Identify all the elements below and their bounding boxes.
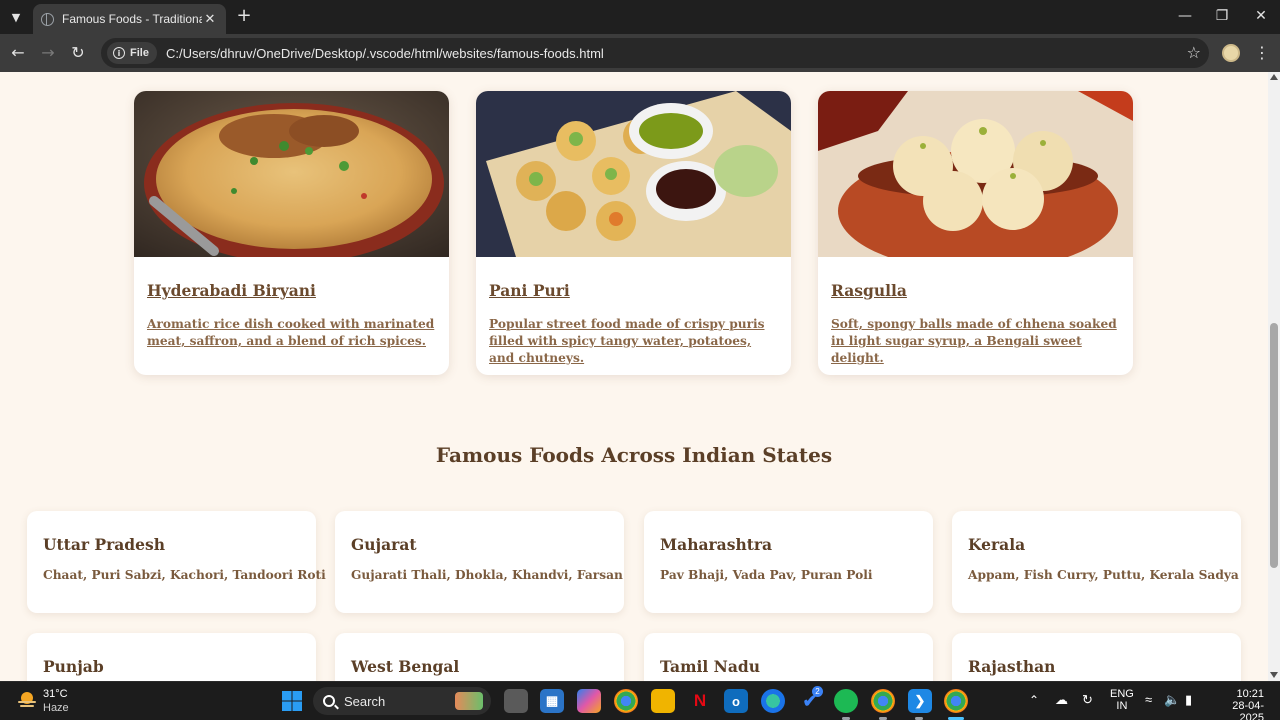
profile-avatar[interactable] <box>1222 44 1240 62</box>
biryani-photo <box>134 91 449 257</box>
more-menu-icon[interactable]: ⋮ <box>1254 42 1270 64</box>
state-name: Kerala <box>968 535 1026 554</box>
scrollbar-thumb[interactable] <box>1270 323 1278 568</box>
netflix-icon[interactable]: N <box>688 689 712 713</box>
browser-tab-bar: ▼ Famous Foods - Traditional Trai ✕ + — … <box>0 0 1280 34</box>
windows-start-icon[interactable] <box>280 689 304 713</box>
wifi-icon[interactable]: ≈ <box>1145 692 1152 707</box>
state-card-maharashtra: Maharashtra Pav Bhaji, Vada Pav, Puran P… <box>644 511 933 613</box>
scroll-up-arrow-icon[interactable] <box>1270 74 1278 80</box>
file-explorer-icon[interactable] <box>651 689 675 713</box>
battery-icon[interactable]: ▮ <box>1185 692 1192 708</box>
clock[interactable]: 10:21 28-04-2025 <box>1214 688 1264 720</box>
state-card-punjab: Punjab <box>27 633 316 681</box>
close-tab-icon[interactable]: ✕ <box>202 12 218 27</box>
dish-description[interactable]: Aromatic rice dish cooked with marinated… <box>147 316 437 350</box>
chrome-active-icon[interactable] <box>944 689 968 713</box>
region-code: IN <box>1116 700 1128 712</box>
dish-name[interactable]: Hyderabadi Biryani <box>147 281 316 300</box>
site-info-chip[interactable]: i File <box>107 42 157 64</box>
reload-icon[interactable]: ↻ <box>67 42 89 64</box>
browser-toolbar: ← → ↻ i File C:/Users/dhruv/OneDrive/Des… <box>0 34 1280 72</box>
pani-puri-photo <box>476 91 791 257</box>
dish-card-pani-puri[interactable]: Pani Puri Popular street food made of cr… <box>476 91 791 375</box>
outlook-icon[interactable]: o <box>724 689 748 713</box>
todo-badge: 2 <box>812 686 823 697</box>
sync-icon[interactable]: ↻ <box>1082 692 1093 708</box>
tab-title: Famous Foods - Traditional Trai <box>62 12 202 26</box>
language-code: ENG <box>1110 688 1134 700</box>
url-text[interactable]: C:/Users/dhruv/OneDrive/Desktop/.vscode/… <box>166 46 604 61</box>
dish-description[interactable]: Popular street food made of crispy puris… <box>489 316 779 367</box>
back-arrow-icon[interactable]: ← <box>7 42 29 64</box>
maximize-icon[interactable]: ❐ <box>1203 4 1241 28</box>
browser-tab[interactable]: Famous Foods - Traditional Trai ✕ <box>33 4 226 34</box>
state-name: Maharashtra <box>660 535 773 554</box>
info-icon: i <box>113 47 125 59</box>
taskbar-search-box[interactable]: Search <box>313 687 491 715</box>
clock-time: 10:21 <box>1236 688 1264 700</box>
state-foods: Chaat, Puri Sabzi, Kachori, Tandoori Rot… <box>43 568 326 582</box>
dish-card-hyderabadi-biryani[interactable]: Hyderabadi Biryani Aromatic rice dish co… <box>134 91 449 375</box>
state-name: Punjab <box>43 657 104 676</box>
state-card-west-bengal: West Bengal <box>335 633 624 681</box>
rasgulla-photo <box>818 91 1133 257</box>
onedrive-icon[interactable]: ☁ <box>1055 692 1068 708</box>
state-name: Gujarat <box>351 535 417 554</box>
task-view-icon[interactable] <box>504 689 528 713</box>
state-foods: Pav Bhaji, Vada Pav, Puran Poli <box>660 568 873 582</box>
new-tab-plus-icon[interactable]: + <box>234 6 254 26</box>
state-card-rajasthan: Rajasthan <box>952 633 1241 681</box>
windows-taskbar: 31°C Haze Search ▦ N o ✔ 2 ❯ ⌃ ☁ ↻ ENG I… <box>0 681 1280 720</box>
tab-search-chevron-icon[interactable]: ▼ <box>6 7 26 27</box>
microsoft-store-icon[interactable]: ▦ <box>540 689 564 713</box>
state-card-gujarat: Gujarat Gujarati Thali, Dhokla, Khandvi,… <box>335 511 624 613</box>
dish-description[interactable]: Soft, spongy balls made of chhena soaked… <box>831 316 1121 367</box>
page-viewport: Hyderabadi Biryani Aromatic rice dish co… <box>0 72 1268 681</box>
state-foods: Appam, Fish Curry, Puttu, Kerala Sadya <box>968 568 1239 582</box>
page-scrollbar[interactable] <box>1268 72 1280 681</box>
spotify-icon[interactable] <box>834 689 858 713</box>
window-close-icon[interactable]: ✕ <box>1242 4 1280 28</box>
scroll-down-arrow-icon[interactable] <box>1270 672 1278 678</box>
edge-icon[interactable] <box>761 689 785 713</box>
minimize-icon[interactable]: — <box>1166 4 1204 28</box>
state-foods: Gujarati Thali, Dhokla, Khandvi, Farsan <box>351 568 623 582</box>
chrome-profile-icon[interactable] <box>871 689 895 713</box>
search-icon <box>323 695 335 707</box>
weather-haze-icon[interactable] <box>16 689 38 711</box>
show-hidden-icons-chevron-icon[interactable]: ⌃ <box>1029 693 1039 707</box>
vscode-icon[interactable]: ❯ <box>908 689 932 713</box>
bookmark-star-icon[interactable]: ☆ <box>1187 43 1201 62</box>
chrome-icon[interactable] <box>614 689 638 713</box>
globe-icon <box>41 12 54 26</box>
state-name: West Bengal <box>351 657 460 676</box>
search-label: Search <box>344 693 386 709</box>
forward-arrow-icon[interactable]: → <box>37 42 59 64</box>
address-bar[interactable]: i File C:/Users/dhruv/OneDrive/Desktop/.… <box>101 38 1209 68</box>
weather-description[interactable]: Haze <box>43 702 69 714</box>
site-info-label: File <box>130 47 149 59</box>
state-card-uttar-pradesh: Uttar Pradesh Chaat, Puri Sabzi, Kachori… <box>27 511 326 613</box>
dish-card-rasgulla[interactable]: Rasgulla Soft, spongy balls made of chhe… <box>818 91 1133 375</box>
clock-date: 28-04-2025 <box>1232 700 1264 720</box>
section-title: Famous Foods Across Indian States <box>435 443 833 467</box>
copilot-icon[interactable] <box>577 689 601 713</box>
state-name: Rajasthan <box>968 657 1056 676</box>
state-name: Tamil Nadu <box>660 657 760 676</box>
state-card-tamil-nadu: Tamil Nadu <box>644 633 933 681</box>
weather-temperature[interactable]: 31°C <box>43 688 68 700</box>
search-highlight-icon <box>455 692 483 710</box>
language-indicator[interactable]: ENG IN <box>1110 688 1134 712</box>
volume-icon[interactable]: 🔈 <box>1164 692 1180 708</box>
state-card-kerala: Kerala Appam, Fish Curry, Puttu, Kerala … <box>952 511 1241 613</box>
dish-name[interactable]: Rasgulla <box>831 281 907 300</box>
dish-name[interactable]: Pani Puri <box>489 281 570 300</box>
state-name: Uttar Pradesh <box>43 535 166 554</box>
